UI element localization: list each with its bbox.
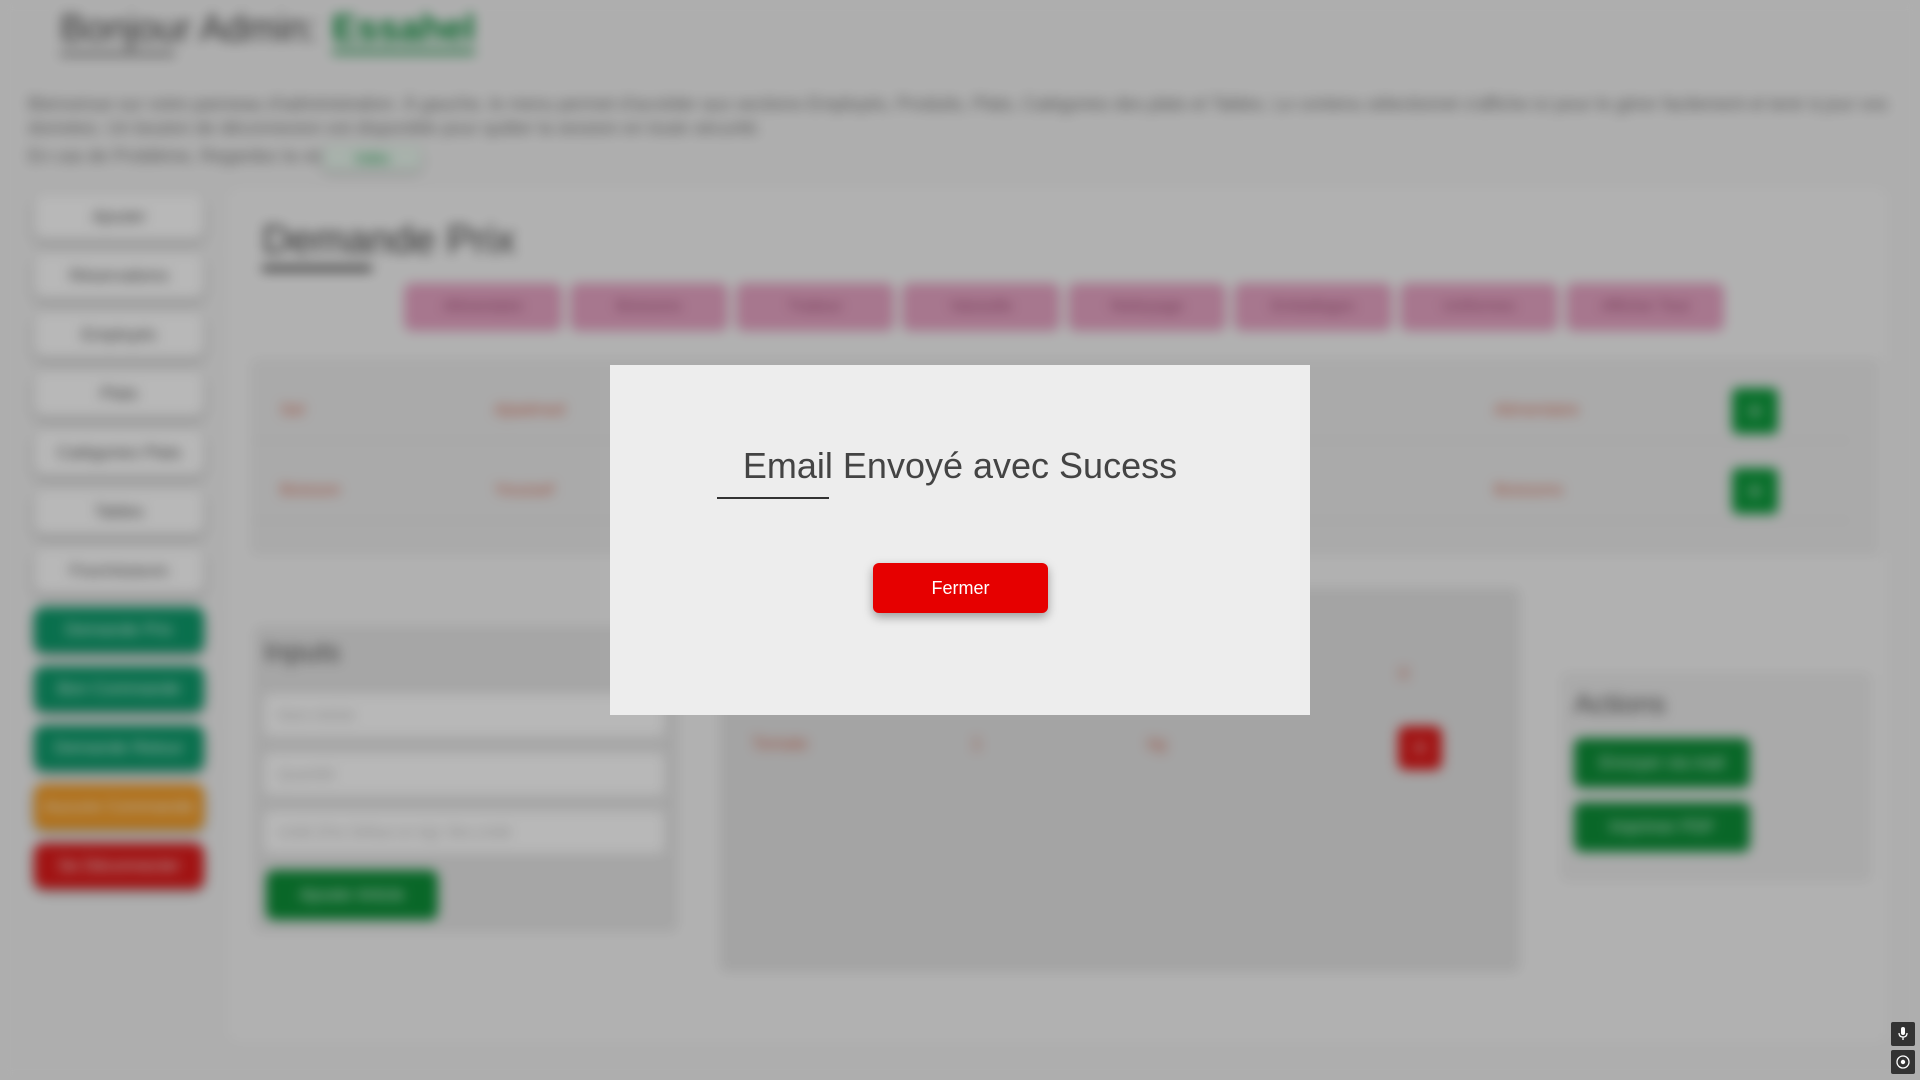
success-modal: Email Envoyé avec Sucess Fermer xyxy=(610,365,1310,715)
modal-title-underline xyxy=(717,497,829,499)
microphone-icon[interactable] xyxy=(1891,1022,1915,1046)
accessibility-icon[interactable] xyxy=(1891,1050,1915,1074)
close-button[interactable]: Fermer xyxy=(873,563,1048,613)
modal-message: Email Envoyé avec Sucess xyxy=(742,445,1178,486)
